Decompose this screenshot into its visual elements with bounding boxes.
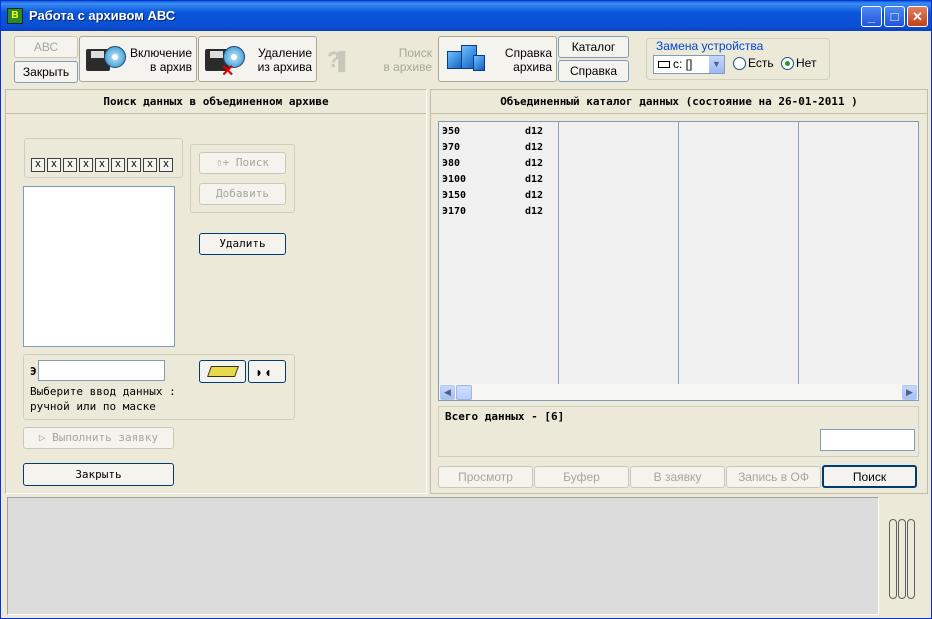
- buffer-button[interactable]: Буфер: [534, 466, 629, 488]
- panel-search-label: Поиск: [235, 156, 269, 169]
- catalog-panel-title: Объединенный каталог данных (состояние н…: [431, 90, 927, 114]
- help-line2: архива: [513, 60, 552, 74]
- table-row[interactable]: Э70 d12: [439, 142, 558, 156]
- maximize-button[interactable]: □: [884, 6, 905, 27]
- delete-x-icon: ✕: [221, 63, 235, 80]
- minimize-button[interactable]: _: [861, 6, 882, 27]
- table-row[interactable]: Э150 d12: [439, 190, 558, 204]
- disc-icon: [104, 46, 126, 68]
- maximize-icon: □: [890, 9, 899, 24]
- search-list[interactable]: [23, 186, 175, 347]
- chevron-down-icon[interactable]: ▼: [708, 56, 724, 73]
- catalog-grid[interactable]: Э50 d12 Э70 d12 Э80 d12 Э100 d12 Э150 d12 Э17…: [438, 121, 919, 385]
- delete-line2: из архива: [257, 60, 312, 74]
- drive-icon: [658, 61, 670, 69]
- include-line1: Включение: [129, 46, 192, 60]
- indicator-bar: [889, 519, 897, 599]
- help-button[interactable]: Справка: [558, 60, 629, 82]
- title-bar[interactable]: B Работа с архивом АВС _ □ ✕: [1, 1, 931, 31]
- app-window: B Работа с архивом АВС _ □ ✕ АВС Закрыть…: [0, 0, 932, 619]
- delete-button[interactable]: Удалить: [199, 233, 286, 255]
- search-panel-title: Поиск данных в объединенном архиве: [6, 90, 426, 114]
- execute-label: Выполнить заявку: [52, 431, 159, 444]
- status-area: [7, 497, 879, 615]
- window-title: Работа с архивом АВС: [29, 8, 176, 23]
- scroll-left-icon[interactable]: ◀: [440, 385, 455, 400]
- mask-box[interactable]: x: [95, 158, 109, 172]
- play-icon: ▷: [38, 431, 53, 444]
- delete-archive-button[interactable]: ✕ Удаление из архива: [198, 36, 317, 82]
- total-input[interactable]: [820, 429, 915, 451]
- hint-line1: Выберите ввод данных :: [30, 385, 176, 398]
- toolbar-close-button[interactable]: Закрыть: [14, 61, 78, 83]
- scroll-thumb[interactable]: [456, 385, 472, 400]
- mask-icon: ◗◖: [255, 364, 272, 380]
- radio-yes[interactable]: [733, 57, 746, 70]
- search-plus-icon: ⇧+: [216, 156, 230, 169]
- execute-request-button[interactable]: ▷ Выполнить заявку: [23, 427, 174, 449]
- close-button[interactable]: ✕: [907, 6, 928, 27]
- include-line2: в архив: [150, 60, 192, 74]
- mask-box[interactable]: x: [47, 158, 61, 172]
- abc-button[interactable]: АВС: [14, 36, 78, 58]
- archive-help-button[interactable]: Справка архива: [438, 36, 557, 82]
- scroll-right-icon[interactable]: ▶: [902, 385, 917, 400]
- drive-select[interactable]: c: [] ▼: [653, 55, 725, 74]
- table-row[interactable]: Э100 d12: [439, 174, 558, 188]
- total-label: Всего данных - [6]: [445, 410, 565, 423]
- add-button[interactable]: Добавить: [199, 183, 286, 205]
- radio-no[interactable]: [781, 57, 794, 70]
- mask-box[interactable]: x: [159, 158, 173, 172]
- panel-close-button[interactable]: Закрыть: [23, 463, 174, 486]
- search-docs-icon: ?|||: [327, 47, 347, 72]
- close-icon: ✕: [912, 9, 923, 24]
- to-request-button[interactable]: В заявку: [630, 466, 725, 488]
- mask-box[interactable]: x: [111, 158, 125, 172]
- data-input[interactable]: [38, 360, 165, 381]
- manual-input-button[interactable]: [199, 360, 246, 383]
- mask-box[interactable]: x: [79, 158, 93, 172]
- view-button[interactable]: Просмотр: [438, 466, 533, 488]
- delete-line1: Удаление: [257, 46, 312, 60]
- indicator-bar: [898, 519, 906, 599]
- radio-yes-label: Есть: [748, 56, 774, 70]
- minimize-icon: _: [867, 9, 876, 24]
- mask-box[interactable]: x: [127, 158, 141, 172]
- catalog-button[interactable]: Каталог: [558, 36, 629, 58]
- radio-no-label: Нет: [796, 56, 817, 70]
- drive-value: c: []: [673, 57, 693, 71]
- help-line1: Справка: [504, 46, 552, 60]
- cubes-icon: [447, 45, 487, 75]
- app-icon: B: [7, 8, 23, 24]
- mask-input-button[interactable]: ◗◖: [248, 360, 286, 383]
- panel-search-button[interactable]: ⇧+ Поиск: [199, 152, 286, 174]
- search-archive-button[interactable]: ?||| Поиск в архиве: [318, 36, 437, 82]
- indicator-bar: [907, 519, 915, 599]
- table-row[interactable]: Э80 d12: [439, 158, 558, 172]
- include-archive-button[interactable]: Включение в архив: [79, 36, 197, 82]
- mask-box[interactable]: x: [63, 158, 77, 172]
- input-prefix: Э: [30, 365, 37, 378]
- hint-line2: ручной или по маске: [30, 400, 156, 413]
- write-of-button[interactable]: Запись в ОФ: [726, 466, 821, 488]
- table-row[interactable]: Э170 d12: [439, 206, 558, 220]
- mask-box[interactable]: x: [31, 158, 45, 172]
- table-row[interactable]: Э50 d12: [439, 126, 558, 140]
- device-group-title: Замена устройства: [654, 39, 766, 53]
- search-line2: в архиве: [383, 60, 432, 74]
- search-line1: Поиск: [398, 46, 432, 60]
- keyboard-icon: [206, 366, 240, 377]
- catalog-search-button[interactable]: Поиск: [822, 465, 917, 488]
- horizontal-scrollbar[interactable]: ◀ ▶: [438, 384, 919, 401]
- mask-box[interactable]: x: [143, 158, 157, 172]
